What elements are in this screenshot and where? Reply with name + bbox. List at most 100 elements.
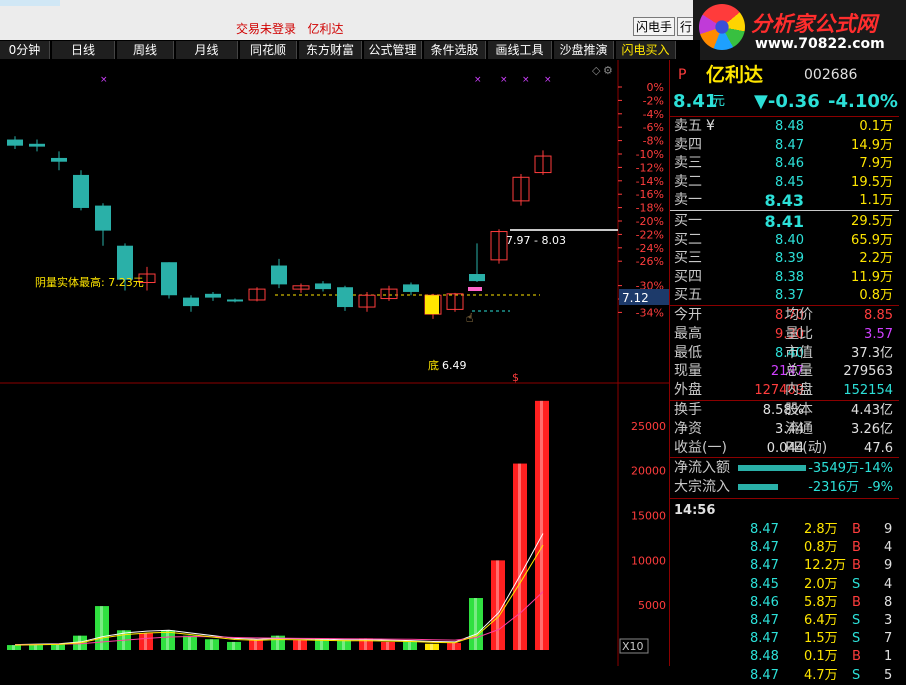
quote-header: P 亿利达 002686 [670,64,899,86]
tick-volume: 2.8万 [804,522,838,537]
tick-side: B [852,649,861,665]
ask-price: 8.48 [775,119,804,134]
stat-row: 最高 9.30 量比 3.57 [670,325,899,344]
annotation-range: 7.97 - 8.03 [506,234,566,247]
flash-trade-button[interactable]: 闪电手 [633,17,675,36]
chart-toolbar: 0分钟 日线 周线 月线 同花顺 东方财富 公式管理 条件选股 画线工具 沙盘推演 闪电买入 [0,40,700,60]
tick-volume: 5.8万 [804,594,838,610]
candle-body [161,262,177,296]
quote-panel: P 亿利达 002686 8.41 元 ▼-0.36 -4.10% 卖五 ¥8.4… [669,60,906,683]
stat-label: 现量 [674,363,702,380]
candle-body [337,287,353,308]
volume-axis-label: 20000 [631,465,666,478]
stat-row: 今开 8.70 均价 8.85 [670,306,899,325]
signal-marker: × [544,75,552,85]
tick-row: 8.47 1.5万 S 7 [670,630,899,648]
ask-row: 卖一 8.43 1.1万 [670,191,899,210]
bid-row: 买五 8.37 0.8万 [670,286,899,305]
logo: 分析家公式网 www.70822.com [693,0,906,60]
tick-count: 9 [884,558,893,574]
bid-row: 买四 8.38 11.9万 [670,268,899,287]
stat-label: 今开 [674,307,702,323]
tick-price: 8.47 [750,631,779,647]
toolbar-item-6[interactable]: 公式管理 [364,41,422,59]
candle-body [117,245,133,280]
fin-value: 4.43亿 [851,403,893,418]
tick-side: S [852,576,861,592]
volume-bar-highlight [254,639,257,650]
flow-value: -2316万 [808,480,859,495]
price-axis-label: -20% [636,215,664,228]
ask-volume: 7.9万 [859,156,893,171]
fin-row: 换手 8.58% 股本 4.43亿 [670,401,899,420]
bid-volume: 65.9万 [851,232,893,248]
tick-row: 8.47 0.8万 B 4 [670,539,899,557]
flow-pct: -14% [859,461,893,476]
toolbar-item-8[interactable]: 画线工具 [488,41,552,59]
fin-value: 3.26亿 [851,421,893,437]
ask-volume: 0.1万 [859,119,893,134]
tick-side: B [852,594,861,610]
bid-volume: 2.2万 [859,251,893,266]
tick-count: 9 [884,522,893,537]
candle-body [95,205,111,231]
ask-price: 8.43 [764,191,804,210]
volume-axis-label: 15000 [631,510,666,523]
toolbar-item-4[interactable]: 同花顺 [240,41,297,59]
toolbar-item-3[interactable]: 月线 [176,41,238,59]
signal-marker: × [500,75,508,85]
bid-price: 8.39 [775,251,804,266]
toolbar-item-2[interactable]: 周线 [117,41,174,59]
stat-row: 最低 8.40 市值 37.3亿 [670,344,899,363]
ask-label: 卖三 [674,155,702,171]
price-axis-label: -34% [636,306,664,319]
price-axis-label: -6% [643,121,664,134]
flow-label: 大宗流入 [674,479,730,495]
candle-body [29,143,45,147]
ask-price: 8.46 [775,156,804,171]
bid-row: 买三 8.39 2.2万 [670,249,899,268]
tick-row: 8.47 12.2万 B 9 [670,557,899,575]
tick-row: 8.47 4.7万 S 5 [670,667,899,685]
price-unit: 元 [712,94,726,109]
toolbar-item-9[interactable]: 沙盘推演 [554,41,614,59]
candle-body [227,299,243,302]
candlestick-chart[interactable]: ◇ ⚙ 0%-2%-4%-6%-8%-10%-12%-14%-16%-18%-20%… [0,60,669,666]
stat-value: 3.57 [864,326,893,342]
signal-marker: × [100,75,108,85]
diamond-icon: ◇ [592,64,601,77]
tick-side: S [852,613,861,628]
bid-row: 买二 8.40 65.9万 [670,231,899,250]
price-axis-label: -26% [636,255,664,268]
stat-label: 量比 [785,325,813,342]
ask-volume: 19.5万 [851,174,893,190]
tick-count: 4 [884,540,893,556]
current-price-label: 7.12 [622,291,649,305]
flow-pct: -9% [867,480,893,495]
bid-label: 买一 [674,213,702,229]
price-axis-label: -22% [636,228,664,241]
volume-bar-highlight [474,598,477,650]
bid-price: 8.40 [775,232,804,248]
toolbar-item-10[interactable]: 闪电买入 [616,41,676,59]
flow-row: 净流入额 -3549万 -14% [670,459,899,478]
candle-body [7,139,23,146]
toolbar-item-1[interactable]: 日线 [52,41,115,59]
banner-strip [0,0,60,6]
price-axis-label: -24% [636,242,664,255]
volume-bar-highlight [188,635,191,650]
fin-label: PE(动) [785,439,828,456]
volume-bar-highlight [408,641,411,650]
stat-value: 37.3亿 [851,345,893,361]
toolbar-item-5[interactable]: 东方财富 [299,41,362,59]
stat-row: 现量 2147 总量 279563 [670,362,899,381]
flower-logo-icon [699,4,745,50]
bid-volume: 11.9万 [851,269,893,285]
tick-side: S [852,667,861,683]
toolbar-item-0[interactable]: 0分钟 [0,41,50,59]
toolbar-item-7[interactable]: 条件选股 [424,41,486,59]
stock-name: 亿利达 [706,64,764,86]
fin-label: 净资 [674,420,702,437]
stat-label: 市值 [785,344,813,361]
tick-price: 8.47 [750,613,779,628]
